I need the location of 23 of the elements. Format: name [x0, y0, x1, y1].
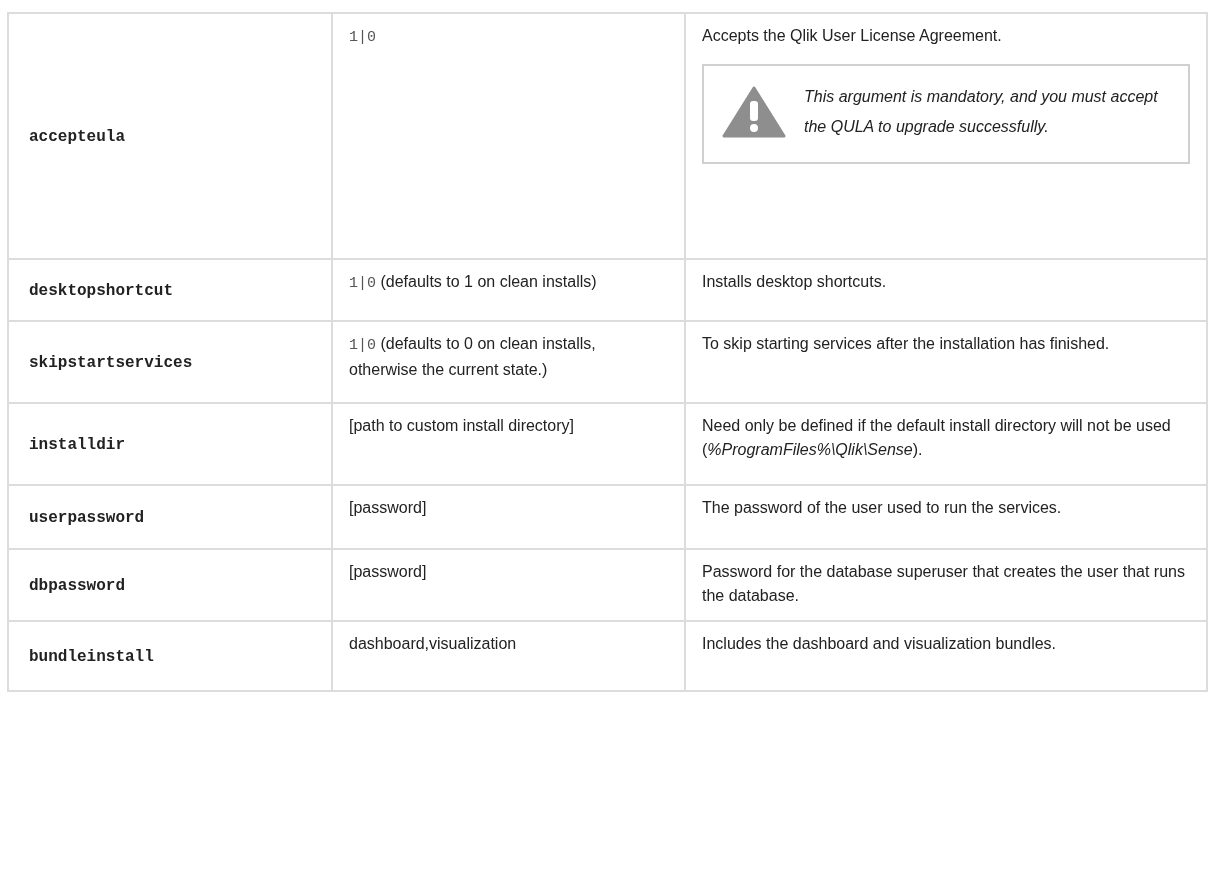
description-text: The password of the user used to run the services. — [702, 498, 1063, 518]
value-code: 1|0 — [349, 29, 376, 46]
argument-name: userpassword — [29, 508, 145, 527]
argument-name: installdir — [29, 435, 125, 454]
value-text: [path to custom install directory] — [349, 417, 574, 434]
argument-name: desktopshortcut — [29, 281, 174, 300]
value-text: 1|0 (defaults to 0 on clean installs, otherwise the current state.) — [349, 335, 596, 378]
description-text: Includes the dashboard and visualization bundles. — [702, 634, 1058, 654]
description-text: To skip starting services after the installation has finished. — [702, 334, 1111, 354]
description-text: Accepts the Qlik User License Agreement. — [702, 26, 1003, 46]
description-text: Password for the database superuser that creates the user that runs the database. — [702, 562, 1186, 606]
value-text: [password] — [349, 499, 427, 516]
description-text: Installs desktop shortcuts. — [702, 272, 888, 292]
argument-name: skipstartservices — [29, 353, 193, 372]
argument-name: bundleinstall — [29, 647, 154, 666]
argument-name: accepteula — [29, 127, 125, 146]
description-text: Need only be defined if the default install directory will not be used (%ProgramFiles%\Qlik\Sense). — [702, 416, 1172, 460]
argument-name: dbpassword — [29, 576, 125, 595]
value-text: dashboard,visualization — [349, 635, 517, 652]
warning-text: This argument is mandatory, and you must accept the QULA to upgrade successfully. — [804, 87, 1159, 137]
value-text: 1|0 (defaults to 1 on clean installs) — [349, 273, 597, 290]
value-text: [password] — [349, 563, 427, 580]
warning-icon — [722, 86, 786, 138]
